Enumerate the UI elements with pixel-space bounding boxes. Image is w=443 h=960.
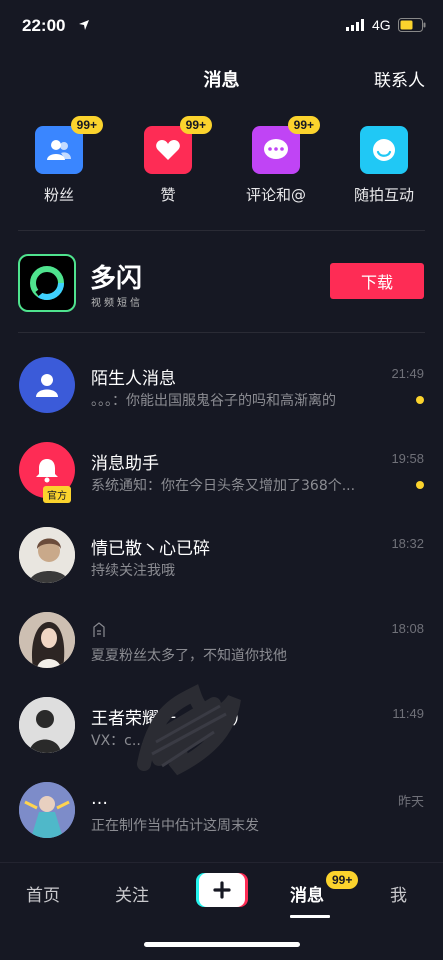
scribble-redaction	[137, 684, 241, 776]
banner-app-name: 多闪	[90, 264, 143, 294]
message-name: …	[91, 789, 108, 809]
official-tag: 官方	[43, 486, 71, 503]
camera-icon	[360, 126, 408, 174]
list-item[interactable]: 官方 消息助手 系统通知：你在今日头条又增加了368个... 19:58	[0, 429, 443, 513]
network-type: 4G	[372, 17, 391, 33]
message-preview: 正在制作当中估计这周末发	[91, 818, 259, 834]
avatar	[19, 697, 75, 753]
message-preview: 。。。：你能出国服鬼谷子的吗和高渐离的	[91, 393, 336, 409]
name-symbol-icon	[93, 622, 105, 637]
message-time: 昨天	[397, 794, 424, 809]
likes-badge: 99+	[179, 116, 212, 134]
list-item[interactable]: 王者荣耀一 （木兰） VX：c... 11:49	[0, 684, 443, 776]
quick-action-label: 评论和@	[245, 186, 306, 204]
signal-icon	[346, 19, 364, 31]
duoshan-logo	[18, 254, 76, 312]
bell-icon	[36, 459, 58, 483]
message-time: 18:32	[391, 536, 424, 551]
header: 消息 联系人	[0, 60, 443, 100]
create-video-button[interactable]	[196, 873, 248, 907]
message-preview: 系统通知：你在今日头条又增加了368个...	[91, 478, 356, 494]
message-name: 情已散丶心已碎	[91, 539, 210, 559]
divider	[18, 332, 425, 333]
tab-me[interactable]: 我	[390, 881, 407, 906]
list-item[interactable]: … 正在制作当中估计这周末发 昨天	[0, 769, 443, 853]
list-item[interactable]: 陌生人消息 。。。：你能出国服鬼谷子的吗和高渐离的 21:49	[0, 344, 443, 428]
tab-messages[interactable]: 消息	[290, 881, 324, 906]
quick-action-fans[interactable]: 99+ 粉丝	[9, 116, 109, 205]
quick-actions: 99+ 粉丝 99+ 赞 99+ 评论和@ 随拍互动	[0, 116, 443, 218]
active-tab-indicator	[290, 915, 330, 918]
fans-badge: 99+	[70, 116, 103, 134]
person-icon	[36, 374, 58, 397]
status-time: 22:00	[22, 16, 66, 35]
quick-action-label: 随拍互动	[353, 186, 414, 204]
quick-action-likes[interactable]: 99+ 赞	[118, 116, 218, 205]
quick-action-interactions[interactable]: 随拍互动	[334, 118, 434, 205]
message-name: 消息助手	[91, 454, 159, 474]
quick-action-label: 赞	[160, 186, 176, 204]
avatar	[19, 612, 75, 668]
message-time: 19:58	[391, 451, 424, 466]
tab-home[interactable]: 首页	[26, 881, 60, 906]
stranger-avatar	[19, 357, 75, 413]
message-preview: 持续关注我哦	[91, 563, 175, 579]
message-name: 陌生人消息	[91, 369, 176, 389]
message-time: 11:49	[392, 706, 424, 721]
quick-action-label: 粉丝	[43, 186, 74, 204]
duoshan-banner: 多闪 视频短信 下载	[0, 250, 443, 316]
unread-dot	[416, 481, 424, 489]
download-button[interactable]: 下载	[330, 263, 424, 299]
tab-following[interactable]: 关注	[115, 881, 149, 906]
status-bar: 22:00 4G	[0, 0, 443, 50]
fans-icon: 99+	[35, 116, 103, 174]
messages-tab-badge: 99+	[326, 871, 359, 889]
list-item[interactable]: 情已散丶心已碎 持续关注我哦 18:32	[0, 514, 443, 598]
comment-icon: 99+	[252, 116, 320, 174]
avatar	[19, 527, 75, 583]
battery-icon	[398, 18, 426, 32]
divider	[18, 230, 425, 231]
list-item[interactable]: 夏夏粉丝太多了，不知道你找他 18:08	[0, 599, 443, 683]
location-arrow-icon	[79, 20, 89, 30]
message-time: 18:08	[391, 621, 424, 636]
contacts-button[interactable]: 联系人	[374, 66, 425, 91]
home-indicator	[144, 942, 300, 947]
comments-badge: 99+	[287, 116, 320, 134]
message-preview: 夏夏粉丝太多了，不知道你找他	[91, 648, 287, 664]
avatar	[19, 782, 75, 838]
quick-action-comments[interactable]: 99+ 评论和@	[226, 116, 326, 205]
heart-icon: 99+	[144, 116, 212, 174]
unread-dot	[416, 396, 424, 404]
banner-subtitle: 视频短信	[91, 298, 143, 309]
message-time: 21:49	[391, 366, 424, 381]
